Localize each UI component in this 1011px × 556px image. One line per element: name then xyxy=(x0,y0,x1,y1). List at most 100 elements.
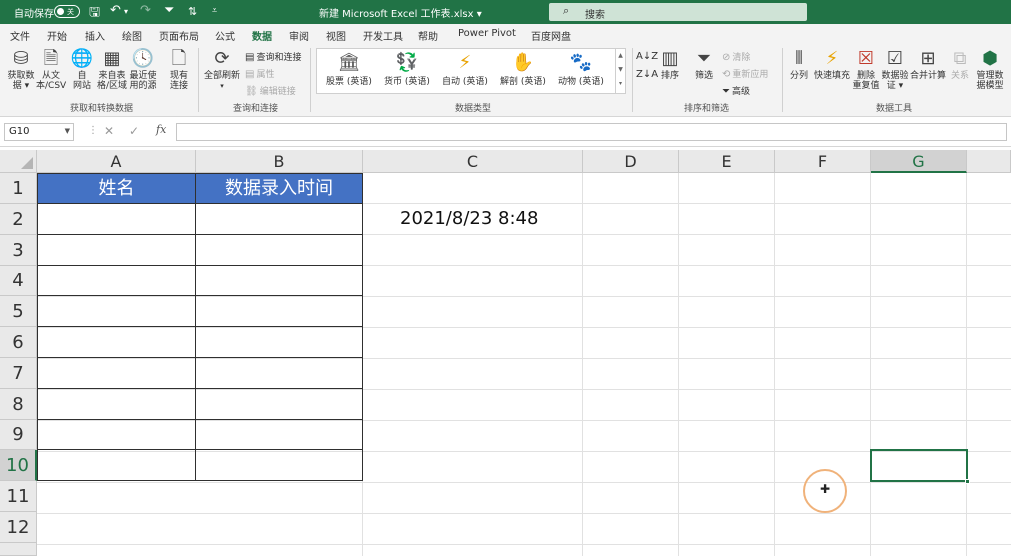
flash-fill-button[interactable]: ⚡ 快速填充 xyxy=(813,49,851,82)
tab-file[interactable]: 文件 xyxy=(10,28,30,43)
column-header-b[interactable]: B xyxy=(196,150,363,173)
gallery-more-icon[interactable]: ▾ xyxy=(616,77,625,91)
enter-icon[interactable]: ✓ xyxy=(129,124,139,138)
edit-links-button[interactable]: ⛓ 编辑链接 xyxy=(245,84,296,97)
cell-a3[interactable] xyxy=(37,235,196,266)
cell-a4[interactable] xyxy=(37,266,196,296)
column-header-d[interactable]: D xyxy=(583,150,679,173)
sort-icon[interactable]: ⇅ xyxy=(188,5,197,18)
formula-input[interactable] xyxy=(176,123,1007,141)
get-data-button[interactable]: ⛁ 获取数 据 ▾ xyxy=(6,49,36,92)
relationships-button[interactable]: ⧉ 关系 xyxy=(948,49,972,82)
cell-a2[interactable] xyxy=(37,204,196,235)
row-header-9[interactable]: 9 xyxy=(0,420,37,450)
cell-a8[interactable] xyxy=(37,389,196,420)
search-box[interactable]: ⌕ 搜索 xyxy=(549,3,807,21)
cancel-icon[interactable]: ✕ xyxy=(104,124,114,138)
row-header-10[interactable]: 10 xyxy=(0,450,37,481)
cell-b6[interactable] xyxy=(196,327,363,358)
tab-view[interactable]: 视图 xyxy=(326,28,346,43)
filter-button[interactable]: ⏷ 筛选 xyxy=(691,49,717,82)
redo-icon[interactable]: ↷ xyxy=(140,3,151,18)
column-header-e[interactable]: E xyxy=(679,150,775,173)
text-to-columns-button[interactable]: ⫴ 分列 xyxy=(787,49,811,82)
stocks-type-button[interactable]: 🏛 股票 (英语) xyxy=(321,52,377,87)
row-header-5[interactable]: 5 xyxy=(0,296,37,327)
row-header-13[interactable] xyxy=(0,543,37,556)
cell-b5[interactable] xyxy=(196,296,363,327)
currency-type-button[interactable]: 💱 货币 (英语) xyxy=(379,52,435,87)
cell-c2[interactable]: 2021/8/23 8:48 xyxy=(400,208,538,229)
cell-a9[interactable] xyxy=(37,420,196,450)
queries-connections-button[interactable]: ▤ 查询和连接 xyxy=(245,50,301,63)
formula-bar-grip-icon[interactable]: ⋮ xyxy=(88,125,98,136)
reapply-button[interactable]: ⟲ 重新应用 xyxy=(722,67,768,80)
row-header-3[interactable]: 3 xyxy=(0,235,37,266)
consolidate-button[interactable]: ⊞ 合并计算 xyxy=(909,49,947,82)
gallery-down-icon[interactable]: ▼ xyxy=(616,63,625,77)
gallery-scroll[interactable]: ▲ ▼ ▾ xyxy=(615,49,625,93)
save-icon[interactable]: 🖫 xyxy=(89,3,100,25)
row-header-8[interactable]: 8 xyxy=(0,389,37,420)
undo-dropdown-icon[interactable]: ▾ xyxy=(124,7,128,16)
automatic-type-button[interactable]: ⚡ 自动 (英语) xyxy=(437,52,493,87)
filter-icon[interactable]: ⏷ xyxy=(164,3,174,18)
row-header-2[interactable]: 2 xyxy=(0,204,37,235)
row-header-6[interactable]: 6 xyxy=(0,327,37,358)
cell-b7[interactable] xyxy=(196,358,363,389)
undo-icon[interactable]: ↶ xyxy=(110,3,121,18)
cell-a5[interactable] xyxy=(37,296,196,327)
cell-b3[interactable] xyxy=(196,235,363,266)
tab-developer[interactable]: 开发工具 xyxy=(363,28,403,43)
sort-az-button[interactable]: A↓Z Z↓A xyxy=(636,51,658,81)
sort-button[interactable]: ▥ 排序 xyxy=(657,49,683,82)
tab-formulas[interactable]: 公式 xyxy=(215,28,235,43)
cell-a7[interactable] xyxy=(37,358,196,389)
gallery-up-icon[interactable]: ▲ xyxy=(616,49,625,63)
from-text-csv-button[interactable]: 🗎 从文 本/CSV xyxy=(36,49,66,92)
column-header-c[interactable]: C xyxy=(363,150,583,173)
row-header-4[interactable]: 4 xyxy=(0,266,37,296)
select-all-corner[interactable] xyxy=(0,150,37,173)
cell-a6[interactable] xyxy=(37,327,196,358)
tab-review[interactable]: 审阅 xyxy=(289,28,309,43)
tab-power-pivot[interactable]: Power Pivot xyxy=(458,28,516,39)
row-header-7[interactable]: 7 xyxy=(0,358,37,389)
name-box-dropdown-icon[interactable]: ▼ xyxy=(65,127,70,135)
cell-a1[interactable]: 姓名 xyxy=(37,173,196,204)
tab-help[interactable]: 帮助 xyxy=(418,28,438,43)
refresh-all-button[interactable]: ⟳ 全部刷新 ▾ xyxy=(204,49,240,91)
advanced-filter-button[interactable]: ⏷ 高级 xyxy=(722,84,750,97)
manage-data-model-button[interactable]: ⬢ 管理数 据模型 xyxy=(973,49,1007,92)
clear-filter-button[interactable]: ⊘ 清除 xyxy=(722,50,750,63)
remove-duplicates-button[interactable]: ☒ 删除 重复值 xyxy=(852,49,880,92)
tab-page-layout[interactable]: 页面布局 xyxy=(159,28,199,43)
column-header-f[interactable]: F xyxy=(775,150,871,173)
cell-b2[interactable] xyxy=(196,204,363,235)
row-header-1[interactable]: 1 xyxy=(0,173,37,204)
insert-function-icon[interactable]: fx xyxy=(156,123,166,136)
anatomy-type-button[interactable]: ✋ 解剖 (英语) xyxy=(495,52,551,87)
column-header-g[interactable]: G xyxy=(871,150,967,173)
tab-insert[interactable]: 插入 xyxy=(85,28,105,43)
selected-cell-g10[interactable] xyxy=(870,449,970,484)
recent-sources-button[interactable]: 🕓 最近使 用的源 xyxy=(128,49,158,92)
row-header-11[interactable]: 11 xyxy=(0,481,37,512)
tab-draw[interactable]: 绘图 xyxy=(122,28,142,43)
properties-button[interactable]: ▤ 属性 xyxy=(245,67,274,80)
data-validation-button[interactable]: ☑ 数据验 证 ▾ xyxy=(881,49,909,92)
autosave-toggle[interactable]: 关 xyxy=(54,5,80,18)
cell-b8[interactable] xyxy=(196,389,363,420)
column-header-a[interactable]: A xyxy=(37,150,196,173)
cell-b1[interactable]: 数据录入时间 xyxy=(196,173,363,204)
cell-b10[interactable] xyxy=(196,450,363,481)
column-header-h[interactable] xyxy=(967,150,1011,173)
document-title[interactable]: 新建 Microsoft Excel 工作表.xlsx ▾ xyxy=(319,5,482,20)
animals-type-button[interactable]: 🐾 动物 (英语) xyxy=(553,52,609,87)
cell-b9[interactable] xyxy=(196,420,363,450)
customize-qat-icon[interactable]: ⩡ xyxy=(212,6,217,16)
tab-home[interactable]: 开始 xyxy=(47,28,67,43)
cell-b4[interactable] xyxy=(196,266,363,296)
cell-a10[interactable] xyxy=(37,450,196,481)
row-header-12[interactable]: 12 xyxy=(0,512,37,543)
